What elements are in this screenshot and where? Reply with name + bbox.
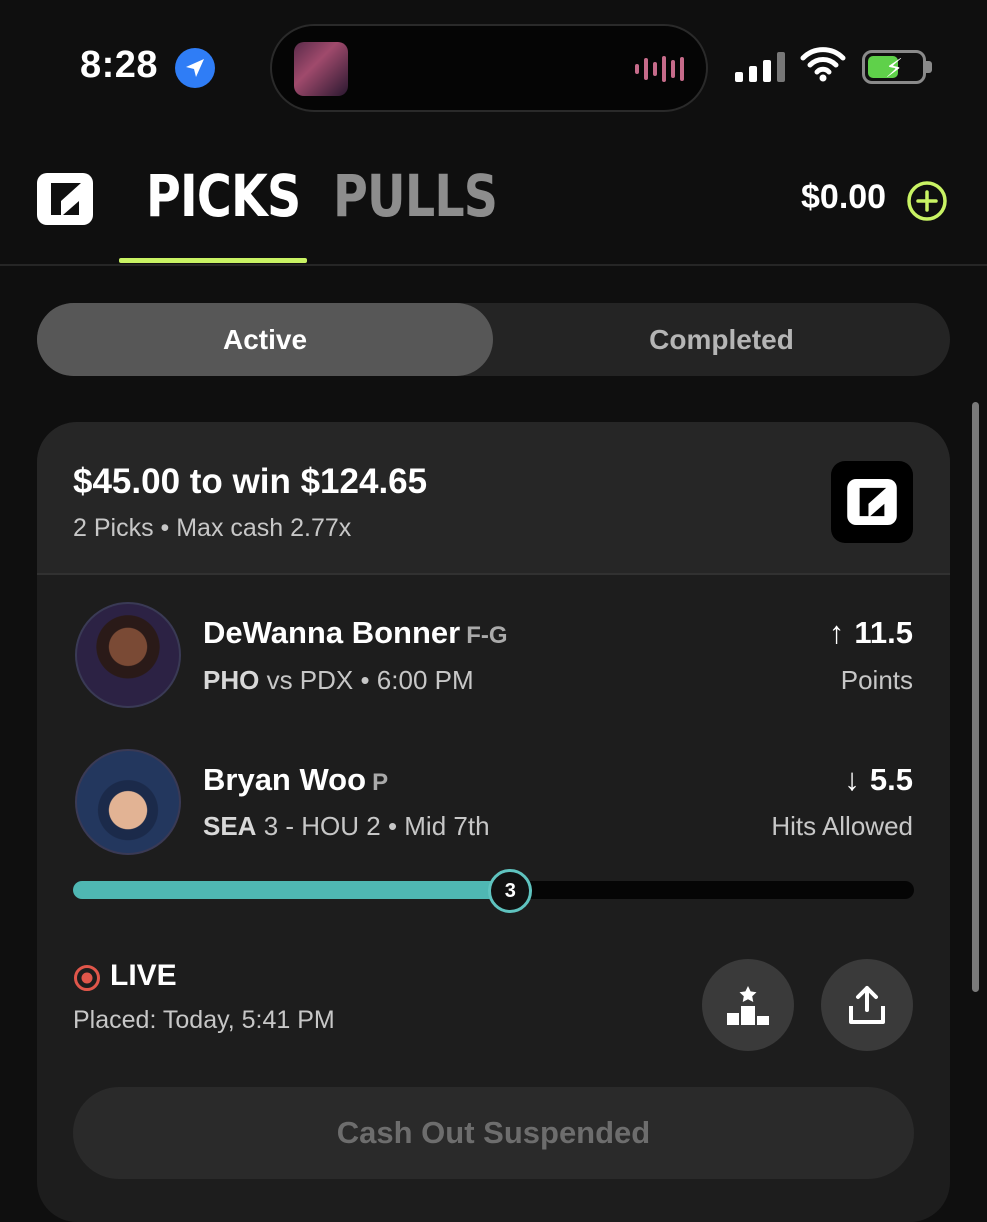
app-logo-icon[interactable] xyxy=(37,173,93,225)
player-position: F-G xyxy=(466,622,508,649)
header-divider xyxy=(0,264,987,266)
leaderboard-button[interactable] xyxy=(702,959,794,1051)
live-indicator-icon xyxy=(73,964,101,992)
location-arrow-icon xyxy=(175,48,215,88)
stat-progress-fill xyxy=(73,881,511,899)
filter-completed-button[interactable]: Completed xyxy=(493,303,950,376)
player-name: DeWanna Bonner xyxy=(203,615,461,650)
team-abbr: SEA xyxy=(203,811,257,841)
wifi-icon xyxy=(800,46,846,87)
team-abbr: PHO xyxy=(203,665,260,695)
placed-time: Placed: Today, 5:41 PM xyxy=(73,1006,335,1034)
cash-out-button[interactable]: Cash Out Suspended xyxy=(73,1087,914,1179)
arrow-down-icon: ↓ xyxy=(844,762,860,797)
matchup-text: vs PDX • 6:00 PM xyxy=(259,665,474,695)
podium-icon xyxy=(727,986,769,1025)
now-playing-artwork[interactable] xyxy=(294,42,348,96)
add-funds-icon[interactable] xyxy=(906,180,948,222)
player-avatar[interactable] xyxy=(75,602,181,708)
scrollbar[interactable] xyxy=(972,402,979,992)
pick-player: Bryan Woo P xyxy=(203,762,388,798)
stat-progress-track: 3 xyxy=(73,869,914,913)
cellular-signal-icon xyxy=(735,52,785,82)
charging-bolt-icon: ⚡ xyxy=(885,53,904,83)
pick-player: DeWanna Bonner F-G xyxy=(203,615,508,651)
entry-status: LIVE xyxy=(110,959,177,992)
entry-title: $45.00 to win $124.65 xyxy=(73,462,428,501)
entry-subtitle: 2 Picks • Max cash 2.77x xyxy=(73,514,352,542)
entry-card[interactable]: $45.00 to win $124.65 2 Picks • Max cash… xyxy=(37,422,950,1222)
pick-line: ↓ 5.5 xyxy=(844,762,913,798)
active-tab-indicator xyxy=(119,258,307,263)
arrow-up-icon: ↑ xyxy=(828,615,845,650)
share-icon xyxy=(849,986,885,1024)
status-time: 8:28 xyxy=(80,44,159,86)
line-value: 11.5 xyxy=(854,615,913,650)
matchup-text: 3 - HOU 2 • Mid 7th xyxy=(256,811,490,841)
player-position: P xyxy=(372,769,389,796)
account-balance[interactable]: $0.00 xyxy=(801,178,886,217)
tab-picks[interactable]: PICKS xyxy=(146,162,301,230)
player-name: Bryan Woo xyxy=(203,762,367,797)
share-button[interactable] xyxy=(821,959,913,1051)
pick-line: ↑ 11.5 xyxy=(829,615,913,651)
tab-pulls[interactable]: PULLS xyxy=(333,162,498,230)
stat-type: Points xyxy=(840,665,913,695)
stat-progress-marker: 3 xyxy=(488,869,533,913)
brand-badge-icon xyxy=(831,461,913,543)
stat-type: Hits Allowed xyxy=(771,811,913,841)
player-avatar[interactable] xyxy=(75,749,181,855)
game-info: SEA 3 - HOU 2 • Mid 7th xyxy=(203,811,490,842)
filter-active-button[interactable]: Active xyxy=(37,303,493,376)
dynamic-island[interactable] xyxy=(270,24,708,112)
audio-waveform-icon xyxy=(635,56,684,82)
picks-filter-segment: Active Completed xyxy=(37,303,950,376)
card-divider xyxy=(37,573,950,575)
game-info: PHO vs PDX • 6:00 PM xyxy=(203,665,474,696)
battery-icon: ⚡ xyxy=(862,50,926,84)
line-value: 5.5 xyxy=(869,762,913,797)
